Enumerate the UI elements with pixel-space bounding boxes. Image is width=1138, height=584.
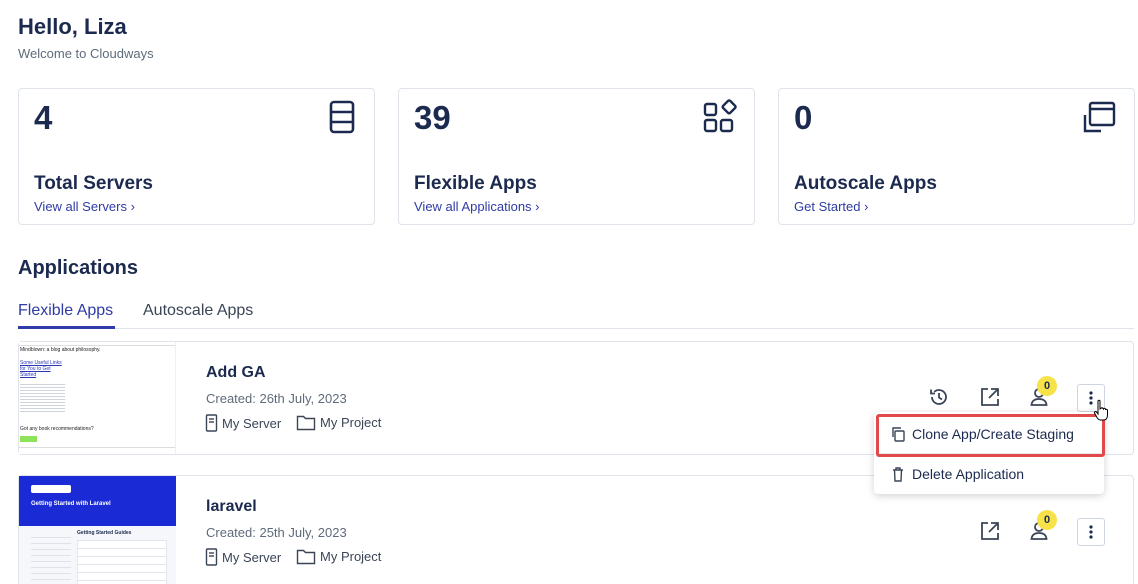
stat-title: Total Servers: [34, 173, 153, 194]
thumb-logo: [31, 485, 71, 493]
app-server[interactable]: My Server: [205, 414, 281, 432]
thumb-guides-list: [77, 540, 167, 584]
thumb-topbar: [19, 342, 175, 346]
view-all-servers-link[interactable]: View all Servers ›: [34, 199, 135, 214]
stat-title: Autoscale Apps: [794, 173, 937, 194]
external-link-icon: [981, 388, 999, 406]
app-project-label: My Project: [320, 415, 382, 430]
tab-flexible-apps[interactable]: Flexible Apps: [18, 302, 113, 320]
active-tab-indicator: [18, 326, 115, 329]
thumb-link-line: Started: [20, 372, 37, 378]
more-options-button[interactable]: [1077, 518, 1105, 546]
stat-value: 4: [34, 99, 53, 136]
thumb-button: [20, 436, 37, 442]
thumb-heading: Mindblown: a blog about philosophy.: [20, 347, 101, 353]
folder-icon: [296, 415, 316, 431]
app-thumbnail: Mindblown: a blog about philosophy. Some…: [19, 342, 176, 454]
greeting-subtitle: Welcome to Cloudways: [18, 46, 154, 61]
stat-card-flexible-apps: 39 Flexible Apps View all Applications ›: [398, 88, 755, 225]
stat-card-servers: 4 Total Servers View all Servers ›: [18, 88, 375, 225]
thumb-banner: Getting Started with Laravel: [19, 476, 176, 526]
app-project[interactable]: My Project: [296, 414, 381, 431]
thumb-question: Got any book recommendations?: [20, 426, 94, 432]
external-link-icon: [981, 522, 999, 540]
hand-cursor-icon: [1093, 399, 1108, 421]
applications-heading: Applications: [18, 257, 139, 279]
apps-grid-icon: [703, 99, 737, 133]
folder-icon: [296, 549, 316, 565]
thumb-links: Some Useful Links for You to Get Started: [20, 360, 62, 378]
app-created-date: Created: 25th July, 2023: [206, 525, 347, 540]
trash-icon: [893, 467, 903, 482]
backup-history-button[interactable]: [926, 384, 952, 410]
app-created-date: Created: 26th July, 2023: [206, 391, 347, 406]
open-app-url-button[interactable]: [977, 518, 1003, 544]
open-app-url-button[interactable]: [977, 384, 1003, 410]
view-all-applications-link[interactable]: View all Applications ›: [414, 199, 540, 214]
app-project-label: My Project: [320, 549, 382, 564]
thumb-footer-line: [19, 447, 175, 448]
thumb-heading: Getting Started with Laravel: [31, 501, 111, 507]
app-server-label: My Server: [222, 415, 282, 431]
stat-title: Flexible Apps: [414, 173, 537, 194]
thumb-text-lines: [20, 382, 65, 414]
stat-card-autoscale-apps: 0 Autoscale Apps Get Started ›: [778, 88, 1135, 225]
greeting-title: Hello, Liza: [18, 14, 127, 39]
app-name[interactable]: Add GA: [206, 364, 266, 382]
kebab-menu-icon: [1089, 525, 1093, 539]
autoscale-window-icon: [1083, 101, 1116, 133]
get-started-link[interactable]: Get Started ›: [794, 199, 868, 214]
collaborators-count-badge: 0: [1037, 510, 1057, 530]
app-thumbnail: Getting Started with Laravel Getting Sta…: [19, 476, 176, 584]
delete-application-menu-item[interactable]: Delete Application: [874, 454, 1104, 494]
tab-autoscale-apps[interactable]: Autoscale Apps: [143, 302, 253, 320]
applications-tabs: Flexible Apps Autoscale Apps: [18, 298, 1134, 329]
collaborators-count-badge: 0: [1037, 376, 1057, 396]
app-project[interactable]: My Project: [296, 548, 381, 565]
menu-item-highlight-box: [876, 414, 1105, 457]
history-icon: [930, 389, 947, 405]
thumb-guides-title: Getting Started Guides: [77, 530, 132, 536]
server-icon: [205, 414, 218, 432]
server-icon: [205, 548, 218, 566]
stat-value: 39: [414, 99, 451, 136]
thumb-sidebar: [31, 532, 71, 584]
app-server-label: My Server: [222, 549, 282, 565]
server-stack-icon: [329, 100, 355, 134]
thumb-body: Getting Started Guides: [19, 526, 176, 584]
app-name[interactable]: laravel: [206, 498, 257, 516]
delete-application-label: Delete Application: [912, 466, 1025, 482]
app-server[interactable]: My Server: [205, 548, 281, 566]
stat-value: 0: [794, 99, 813, 136]
